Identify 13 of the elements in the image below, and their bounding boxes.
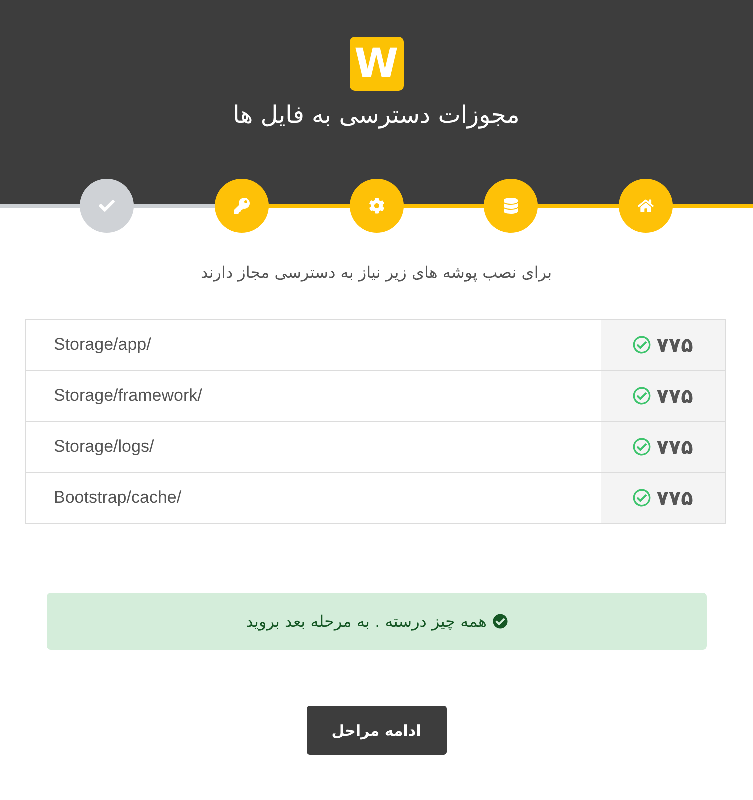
path-cell-text: Storage/framework/ [53, 385, 204, 407]
mode-text: ۷۷۵ [656, 435, 694, 459]
logo: W [350, 37, 404, 91]
intro-text: برای نصب پوشه های زیر نیاز به دسترسی مجاز دارند [200, 262, 554, 284]
page-title: مجوزات دسترسی به فایل ها [233, 100, 520, 131]
path-cell-text: Storage/app/ [53, 334, 152, 356]
continue-button[interactable]: ادامه مراحل [306, 706, 446, 755]
mode-text: ۷۷۵ [656, 486, 694, 510]
path-cell-text: Bootstrap/cache/ [53, 487, 183, 509]
mode-text: ۷۷۵ [656, 333, 694, 357]
path-cell-text: Storage/logs/ [53, 436, 156, 458]
mode-text: ۷۷۵ [656, 384, 694, 408]
alert-text: همه چیز درسته . به مرحله بعد بروید [246, 612, 487, 631]
